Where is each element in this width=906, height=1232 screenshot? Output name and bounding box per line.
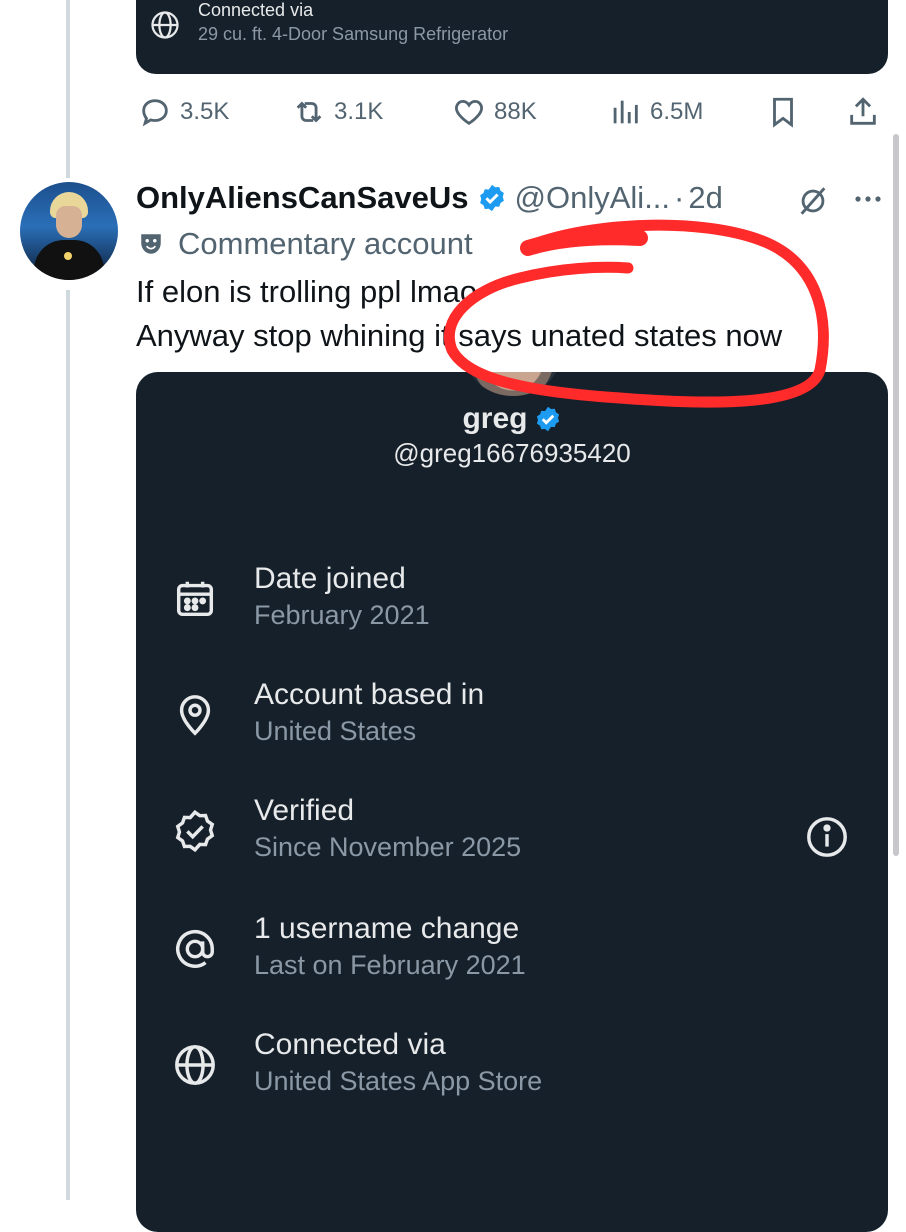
verified-badge-icon[interactable] <box>477 183 507 213</box>
at-sign-icon <box>176 929 214 968</box>
grok-icon[interactable] <box>796 184 830 218</box>
info-value: February 2021 <box>254 600 430 630</box>
info-row-date-joined: Date joined February 2021 <box>136 562 888 642</box>
info-row-account-based-in: Account based in United States <box>136 678 888 758</box>
thread-line-top <box>66 0 70 178</box>
share-icon <box>850 97 876 125</box>
like-button[interactable]: 88K <box>452 90 537 134</box>
info-title: Verified <box>254 794 355 827</box>
view-count: 6.5M <box>650 98 704 125</box>
info-title: Account based in <box>254 678 485 711</box>
tweet-text-line: If elon is trolling ppl lmao <box>136 274 478 309</box>
profile-handle: @greg16676935420 <box>393 438 631 468</box>
quoted-media-card-top[interactable]: Connected via 29 cu. ft. 4-Door Samsung … <box>136 0 888 74</box>
handle[interactable]: @OnlyAli... <box>515 180 671 216</box>
info-title: Date joined <box>254 562 406 595</box>
separator-dot: · <box>674 180 685 215</box>
theater-mask-icon <box>141 234 161 254</box>
tweet-header: OnlyAliensCanSaveUs @OnlyAli... · 2d <box>136 178 723 218</box>
tweet-action-bar: 3.5K 3.1K 88K 6.5M <box>0 90 906 134</box>
connected-via-value: 29 cu. ft. 4-Door Samsung Refrigerator <box>198 24 509 44</box>
reply-count: 3.5K <box>180 98 230 125</box>
bookmark-button[interactable] <box>766 90 808 134</box>
info-row-verified: Verified Since November 2025 <box>136 794 888 874</box>
repost-count: 3.1K <box>334 98 384 125</box>
info-value: United States <box>254 716 417 746</box>
info-title: Connected via <box>254 1028 446 1061</box>
verified-badge-icon <box>536 406 559 432</box>
commentary-account-label: Commentary account <box>178 226 473 261</box>
repost-icon <box>296 101 322 123</box>
reply-icon <box>142 99 168 127</box>
repost-button[interactable]: 3.1K <box>292 90 383 134</box>
info-value: United States App Store <box>254 1066 543 1096</box>
reply-button[interactable]: 3.5K <box>138 90 229 134</box>
tweet-text: If elon is trolling ppl lmao Anyway stop… <box>136 270 876 358</box>
calendar-icon <box>176 581 214 617</box>
share-button[interactable] <box>846 90 888 134</box>
views-button[interactable]: 6.5M <box>608 90 703 134</box>
account-label[interactable]: Commentary account <box>138 226 473 262</box>
info-circle-icon[interactable] <box>804 814 850 860</box>
tweet-text-line: Anyway stop whining it says unated state… <box>136 318 783 353</box>
info-row-username-change: 1 username change Last on February 2021 <box>136 912 888 992</box>
profile-name-row: greg <box>136 402 888 436</box>
bookmark-icon <box>773 97 793 128</box>
display-name[interactable]: OnlyAliensCanSaveUs <box>136 180 469 216</box>
scrollbar[interactable] <box>893 134 899 856</box>
more-options-icon[interactable] <box>850 186 886 212</box>
info-title: 1 username change <box>254 912 520 945</box>
verified-seal-icon <box>175 809 215 853</box>
profile-name: greg <box>462 402 528 435</box>
thread-line-bottom <box>66 290 70 1200</box>
heart-icon <box>455 99 483 126</box>
info-row-connected-via: Connected via United States App Store <box>136 1028 888 1108</box>
globe-icon <box>175 1045 215 1085</box>
location-pin-icon <box>179 695 211 736</box>
profile-avatar <box>466 372 560 396</box>
avatar[interactable] <box>20 182 118 280</box>
globe-icon <box>151 11 179 39</box>
timestamp[interactable]: 2d <box>688 180 722 216</box>
like-count: 88K <box>494 98 537 125</box>
views-chart-icon <box>613 100 638 124</box>
attached-image[interactable]: greg @greg16676935420 Date joined Februa… <box>136 372 888 1232</box>
connected-via-label: Connected via <box>198 0 314 20</box>
info-value: Since November 2025 <box>254 832 522 862</box>
info-value: Last on February 2021 <box>254 950 526 980</box>
